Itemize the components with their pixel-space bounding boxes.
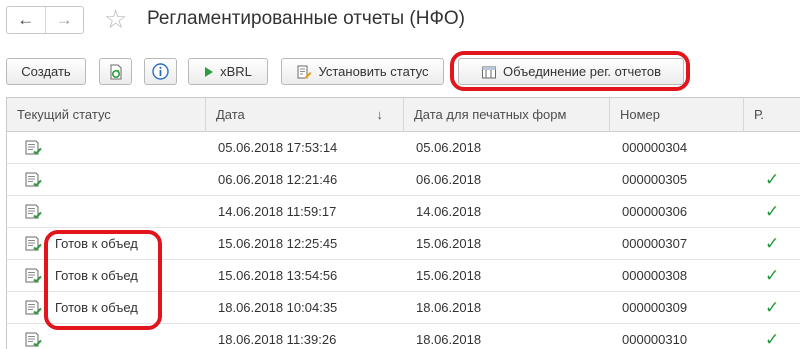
edit-status-icon — [296, 64, 312, 80]
cell-number: 000000308 — [622, 268, 688, 283]
refresh-button[interactable] — [99, 58, 132, 85]
create-button-label: Создать — [21, 64, 71, 79]
document-icon — [25, 332, 43, 348]
cell-print-date: 06.06.2018 — [416, 172, 482, 187]
xbrl-button-label: xBRL — [220, 64, 252, 79]
document-icon — [25, 204, 43, 220]
cell-date: 15.06.2018 13:54:56 — [218, 268, 338, 283]
cell-number: 000000306 — [622, 204, 688, 219]
table-header: Текущий статус Дата ↓ Дата для печатных … — [7, 98, 800, 132]
cell-number: 000000307 — [622, 236, 688, 251]
cell-number: 000000304 — [622, 140, 688, 155]
play-icon — [204, 66, 214, 78]
table-row[interactable]: 06.06.2018 12:21:46 06.06.2018 000000305… — [7, 164, 800, 196]
check-icon: ✓ — [765, 330, 780, 349]
cell-date: 15.06.2018 12:25:45 — [218, 236, 338, 251]
page-title: Регламентированные отчеты (НФО) — [147, 8, 465, 29]
cell-date: 18.06.2018 10:04:35 — [218, 300, 338, 315]
check-icon: ✓ — [765, 170, 780, 189]
check-icon: ✓ — [765, 202, 780, 221]
cell-date: 14.06.2018 11:59:17 — [218, 204, 337, 219]
sort-desc-icon: ↓ — [376, 107, 384, 122]
highlight-merge-button — [450, 51, 690, 91]
check-icon: ✓ — [765, 298, 780, 317]
xbrl-button[interactable]: xBRL — [188, 58, 268, 85]
column-header-date[interactable]: Дата ↓ — [206, 98, 404, 132]
arrow-left-icon: ← — [17, 10, 35, 29]
cell-number: 000000305 — [622, 172, 688, 187]
info-icon — [152, 63, 169, 80]
set-status-button-label: Установить статус — [318, 64, 429, 79]
column-header-status[interactable]: Текущий статус — [7, 98, 206, 132]
table-row[interactable]: 05.06.2018 17:53:14 05.06.2018 000000304 — [7, 132, 800, 164]
cell-print-date: 14.06.2018 — [416, 204, 482, 219]
column-header-print-date[interactable]: Дата для печатных форм — [404, 98, 610, 132]
arrow-right-icon: → — [55, 10, 73, 29]
cell-number: 000000309 — [622, 300, 688, 315]
cell-date: 06.06.2018 12:21:46 — [218, 172, 338, 187]
cell-print-date: 15.06.2018 — [416, 268, 482, 283]
column-header-r[interactable]: Р. — [744, 98, 800, 132]
cell-date: 05.06.2018 17:53:14 — [218, 140, 338, 155]
cell-print-date: 05.06.2018 — [416, 140, 482, 155]
highlight-status-cells — [44, 230, 162, 330]
cell-date: 18.06.2018 11:39:26 — [218, 332, 337, 347]
document-icon — [25, 172, 43, 188]
create-button[interactable]: Создать — [6, 58, 86, 85]
info-button[interactable] — [144, 58, 177, 85]
cell-print-date: 18.06.2018 — [416, 300, 482, 315]
document-icon — [25, 140, 43, 156]
cell-number: 000000310 — [622, 332, 688, 347]
refresh-icon — [108, 64, 124, 80]
star-icon[interactable]: ☆ — [104, 5, 127, 33]
back-button[interactable]: ← — [7, 7, 45, 33]
column-header-number[interactable]: Номер — [610, 98, 744, 132]
forward-button[interactable]: → — [44, 7, 84, 33]
document-icon — [25, 236, 43, 252]
document-icon — [25, 268, 43, 284]
check-icon: ✓ — [765, 234, 780, 253]
set-status-button[interactable]: Установить статус — [281, 58, 444, 85]
cell-print-date: 15.06.2018 — [416, 236, 482, 251]
cell-print-date: 18.06.2018 — [416, 332, 482, 347]
document-icon — [25, 300, 43, 316]
navigation-group: ← → — [6, 6, 84, 34]
column-header-date-label: Дата — [216, 107, 245, 122]
table-row[interactable]: 14.06.2018 11:59:17 14.06.2018 000000306… — [7, 196, 800, 228]
check-icon: ✓ — [765, 266, 780, 285]
